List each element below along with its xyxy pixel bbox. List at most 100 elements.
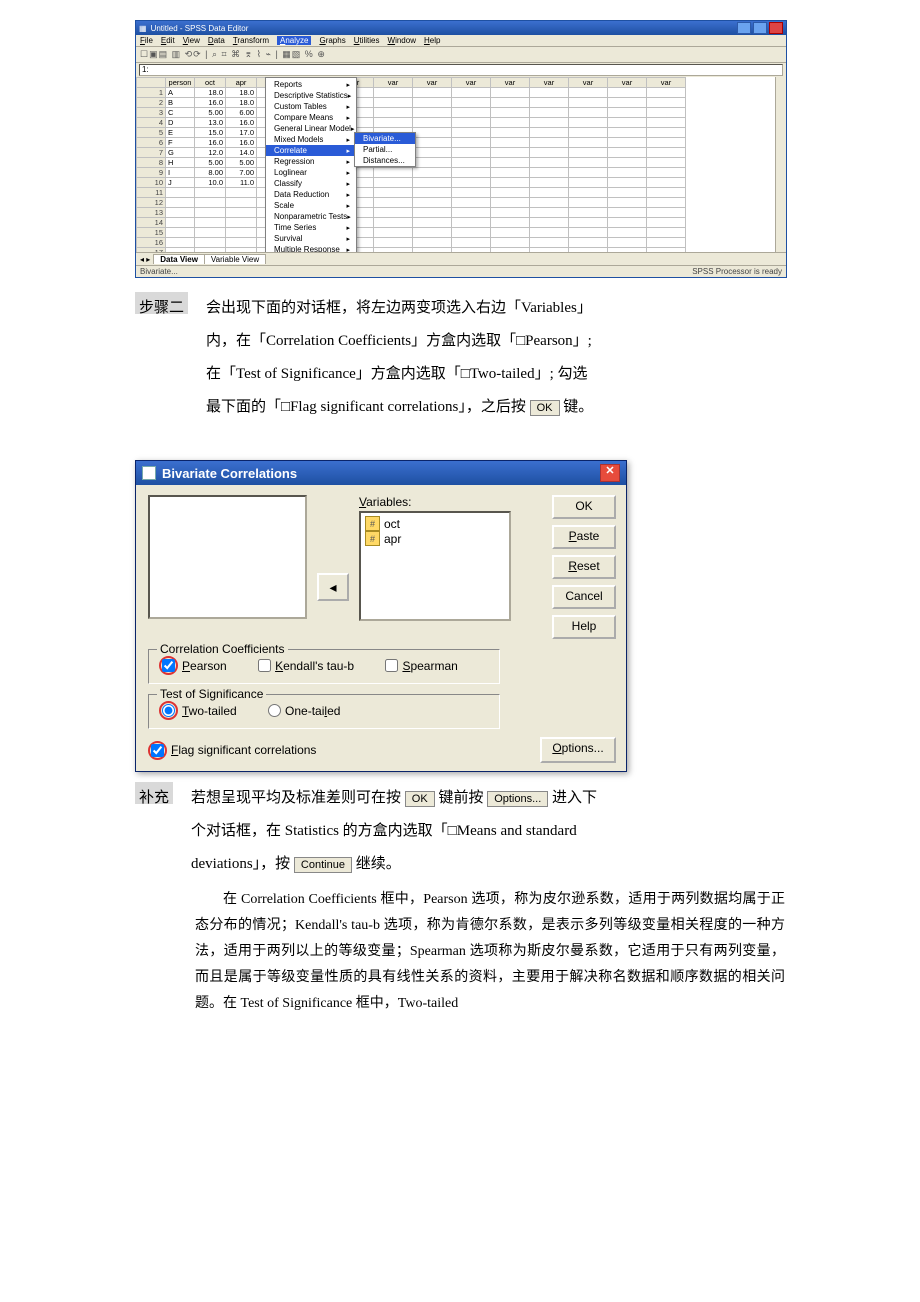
col-var[interactable]: var	[530, 78, 569, 88]
col-var[interactable]: var	[374, 78, 413, 88]
submenu-partial[interactable]: Partial...	[355, 144, 415, 155]
col-oct[interactable]: oct	[195, 78, 226, 88]
cancel-button[interactable]: Cancel	[552, 585, 616, 609]
menuitem-nonpar[interactable]: Nonparametric Tests▸	[266, 211, 356, 222]
menu-help[interactable]: Help	[424, 36, 440, 45]
kendall-check-input[interactable]	[258, 659, 271, 672]
menuitem-scale[interactable]: Scale▸	[266, 200, 356, 211]
menu-transform[interactable]: Transform	[233, 36, 269, 45]
col-var[interactable]: var	[608, 78, 647, 88]
spss-sheet-tabs: ◂ ▸ Data View Variable View	[136, 252, 786, 265]
submenu-bivariate[interactable]: Bivariate...	[355, 133, 415, 144]
arrow-left-icon: ◂	[329, 579, 336, 596]
menu-file[interactable]: File	[140, 36, 153, 45]
variable-item-apr[interactable]: # apr	[365, 531, 505, 546]
options-inline-button[interactable]: Options...	[487, 791, 548, 807]
help-button[interactable]: Help	[552, 615, 616, 639]
menu-analyze[interactable]: Analyze	[277, 36, 311, 45]
col-var[interactable]: var	[647, 78, 686, 88]
vertical-scrollbar[interactable]	[775, 77, 786, 252]
menuitem-datared[interactable]: Data Reduction▸	[266, 189, 356, 200]
table-row[interactable]: 11	[137, 188, 686, 198]
close-button[interactable]	[769, 22, 783, 34]
kendall-checkbox[interactable]: Kendall's tau-b	[258, 659, 354, 673]
menuitem-multresp[interactable]: Multiple Response▸	[266, 244, 356, 252]
col-var[interactable]: var	[491, 78, 530, 88]
menu-view[interactable]: View	[183, 36, 200, 45]
variable-item-oct[interactable]: # oct	[365, 516, 505, 531]
menuitem-survival[interactable]: Survival▸	[266, 233, 356, 244]
menuitem-regression[interactable]: Regression▸	[266, 156, 356, 167]
menu-window[interactable]: Window	[388, 36, 416, 45]
menuitem-loglinear[interactable]: Loglinear▸	[266, 167, 356, 178]
submenu-distances[interactable]: Distances...	[355, 155, 415, 166]
menuitem-comparemeans[interactable]: Compare Means▸	[266, 112, 356, 123]
spearman-checkbox[interactable]: Spearman	[385, 659, 457, 673]
one-tailed-radio[interactable]: One-tailed	[268, 704, 340, 718]
variables-listbox[interactable]: # oct # apr	[359, 511, 511, 621]
spss-data-editor-window: ▦ Untitled - SPSS Data Editor File Edit …	[135, 20, 787, 278]
continue-inline-button[interactable]: Continue	[294, 857, 352, 873]
table-row[interactable]: 17	[137, 248, 686, 253]
window-title: Untitled - SPSS Data Editor	[151, 24, 249, 33]
status-right: SPSS Processor is ready	[692, 267, 782, 276]
menu-utilities[interactable]: Utilities	[354, 36, 380, 45]
tab-data-view[interactable]: Data View	[153, 254, 205, 264]
col-var[interactable]: var	[452, 78, 491, 88]
tab-variable-view[interactable]: Variable View	[204, 254, 266, 264]
spss-data-grid-area: person oct apr var var var var var var v…	[136, 77, 786, 252]
menuitem-timeseries[interactable]: Time Series▸	[266, 222, 356, 233]
menuitem-classify[interactable]: Classify▸	[266, 178, 356, 189]
menuitem-reports[interactable]: Reports▸	[266, 79, 356, 90]
table-row[interactable]: 15	[137, 228, 686, 238]
pearson-check-input[interactable]	[162, 659, 175, 672]
table-row[interactable]: 2B16.018.0	[137, 98, 686, 108]
flag-check-input[interactable]	[151, 744, 164, 757]
col-apr[interactable]: apr	[226, 78, 257, 88]
two-tailed-radio[interactable]: Two-tailed	[159, 701, 237, 720]
reset-button[interactable]: Reset	[552, 555, 616, 579]
col-var[interactable]: var	[413, 78, 452, 88]
source-variable-listbox[interactable]	[148, 495, 307, 619]
supplement-text: 若想呈现平均及标准差则可在按 OK 键前按 Options... 进入下 个对话…	[191, 782, 785, 881]
spss-statusbar: Bivariate... SPSS Processor is ready	[136, 265, 786, 277]
col-var[interactable]: var	[569, 78, 608, 88]
menu-edit[interactable]: Edit	[161, 36, 175, 45]
menuitem-customtables[interactable]: Custom Tables▸	[266, 101, 356, 112]
status-left: Bivariate...	[140, 267, 178, 276]
minimize-button[interactable]	[737, 22, 751, 34]
one-tailed-input[interactable]	[268, 704, 281, 717]
menuitem-descriptive[interactable]: Descriptive Statistics▸	[266, 90, 356, 101]
options-button[interactable]: Options...	[540, 737, 616, 763]
spss-cell-ref[interactable]: 1:	[139, 64, 783, 76]
spearman-check-input[interactable]	[385, 659, 398, 672]
flag-checkbox[interactable]: Flag significant correlations	[148, 741, 316, 760]
move-right-button[interactable]: ◂	[317, 573, 349, 601]
spss-toolbar[interactable]: ☐▣▤ ▥ ⟲⟳ | ⌕ ⌗ ⌘ ⌆ ⌇ ⌁ | ▦▧ % ⊕	[136, 47, 786, 63]
menuitem-correlate[interactable]: Correlate▸	[266, 145, 356, 156]
two-tailed-input[interactable]	[162, 704, 175, 717]
table-row[interactable]: 4D13.016.0	[137, 118, 686, 128]
supplement-block: 补充 若想呈现平均及标准差则可在按 OK 键前按 Options... 进入下 …	[135, 782, 785, 881]
table-row[interactable]: 14	[137, 218, 686, 228]
ok-button[interactable]: OK	[552, 495, 616, 519]
table-row[interactable]: 13	[137, 208, 686, 218]
scale-variable-icon: #	[365, 531, 380, 546]
pearson-checkbox[interactable]: Pearson	[159, 656, 227, 675]
col-person[interactable]: person	[166, 78, 195, 88]
menu-data[interactable]: Data	[208, 36, 225, 45]
ok-inline-button2[interactable]: OK	[405, 791, 435, 807]
table-row[interactable]: 16	[137, 238, 686, 248]
menuitem-mixed[interactable]: Mixed Models▸	[266, 134, 356, 145]
menu-graphs[interactable]: Graphs	[319, 36, 345, 45]
table-row[interactable]: 3C5.006.00	[137, 108, 686, 118]
table-row[interactable]: 12	[137, 198, 686, 208]
dialog-close-button[interactable]: ✕	[600, 464, 620, 482]
paste-button[interactable]: Paste	[552, 525, 616, 549]
table-row[interactable]: 1A18.018.0	[137, 88, 686, 98]
table-row[interactable]: 9I8.007.00	[137, 168, 686, 178]
table-row[interactable]: 10J10.011.0	[137, 178, 686, 188]
ok-inline-button[interactable]: OK	[530, 400, 560, 416]
maximize-button[interactable]	[753, 22, 767, 34]
menuitem-glm[interactable]: General Linear Model▸	[266, 123, 356, 134]
